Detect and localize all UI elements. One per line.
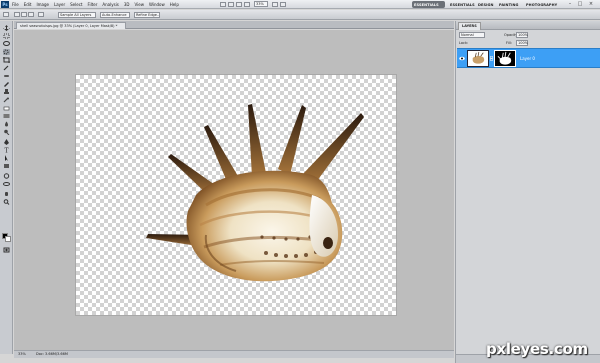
add-to-selection-icon[interactable]	[21, 12, 27, 17]
blend-mode-select[interactable]: Normal	[459, 32, 485, 38]
lock-label: Lock:	[459, 41, 469, 45]
lock-row: Lock: Fill: 100%	[456, 40, 600, 47]
menu-analysis[interactable]: Analysis	[102, 2, 118, 7]
document-tab[interactable]: shell seasnotuisps.jpg @ 33% (Layer 0, L…	[16, 22, 126, 29]
fill-field[interactable]: 100%	[516, 40, 528, 46]
history-brush-tool-icon[interactable]	[3, 97, 10, 103]
document-canvas[interactable]	[76, 75, 396, 315]
mask-shape-icon	[497, 51, 512, 65]
sample-all-layers-checkbox[interactable]: Sample All Layers	[58, 12, 96, 18]
svg-text:T: T	[5, 148, 9, 154]
blur-tool-icon[interactable]	[3, 121, 10, 127]
hand-tool-icon[interactable]	[236, 2, 242, 7]
menu-bar: Ps File Edit Image Layer Select Filter A…	[0, 0, 600, 9]
gradient-tool-icon[interactable]	[3, 113, 10, 119]
document-tab-bar: shell seasnotuisps.jpg @ 33% (Layer 0, L…	[14, 21, 454, 29]
menu-items: File Edit Image Layer Select Filter Anal…	[12, 2, 179, 7]
status-bar: 33% Doc: 3.66M/3.66M	[14, 350, 454, 358]
opacity-field[interactable]: 100%	[516, 32, 528, 38]
layer-name[interactable]: Layer 0	[520, 56, 535, 61]
hand-tool-icon[interactable]	[3, 191, 10, 197]
menu-help[interactable]: Help	[170, 2, 179, 7]
fill-label: Fill:	[506, 41, 512, 45]
marquee-tool-icon[interactable]	[3, 33, 10, 39]
shell-thumbnail-icon	[472, 51, 485, 64]
mini-bridge-icon[interactable]	[228, 2, 234, 7]
pen-tool-icon[interactable]	[3, 139, 10, 145]
workspace-design[interactable]: DESIGN	[476, 1, 496, 8]
crop-tool-icon[interactable]	[3, 57, 10, 63]
arrange-documents-icon[interactable]	[272, 2, 278, 7]
maximize-icon[interactable]: □	[577, 1, 583, 7]
minimize-icon[interactable]: –	[567, 1, 573, 7]
zoom-level-select[interactable]: 33%	[254, 1, 268, 7]
layers-panel: LAYERS Normal Opacity: 100% Lock: Fill: …	[455, 21, 600, 363]
seashell-image	[146, 104, 364, 282]
refine-edge-button[interactable]: Refine Edge...	[134, 12, 160, 18]
screen-mode-icon[interactable]	[280, 2, 286, 7]
watermark: pxleyes.com	[486, 340, 588, 358]
clone-stamp-tool-icon[interactable]	[3, 89, 10, 95]
healing-brush-tool-icon[interactable]	[3, 73, 10, 79]
document-info[interactable]: Doc: 3.66M/3.66M	[36, 352, 68, 356]
subtract-selection-icon[interactable]	[28, 12, 34, 17]
3d-rotate-tool-icon[interactable]	[3, 173, 10, 179]
menu-edit[interactable]: Edit	[24, 2, 32, 7]
menu-filter[interactable]: Filter	[87, 2, 97, 7]
photoshop-logo: Ps	[1, 1, 9, 8]
shape-tool-icon[interactable]	[3, 163, 10, 169]
close-icon[interactable]: ×	[588, 1, 594, 7]
menu-select[interactable]: Select	[70, 2, 82, 7]
tools-panel: T	[0, 21, 13, 354]
workspace-painting[interactable]: PAINTING	[497, 1, 520, 8]
zoom-tool-icon[interactable]	[3, 199, 10, 205]
menu-image[interactable]: Image	[36, 2, 49, 7]
menu-file[interactable]: File	[12, 2, 19, 7]
dodge-tool-icon[interactable]	[3, 129, 10, 135]
menu-3d[interactable]: 3D	[124, 2, 130, 7]
auto-enhance-checkbox[interactable]: Auto-Enhance	[100, 12, 130, 18]
workspace-photography[interactable]: PHOTOGRAPHY	[524, 1, 559, 8]
menu-view[interactable]: View	[135, 2, 145, 7]
status-zoom-level[interactable]: 33%	[18, 352, 26, 356]
layers-tab[interactable]: LAYERS	[458, 22, 481, 30]
blend-row: Normal Opacity: 100%	[456, 31, 600, 39]
quick-mask-icon[interactable]	[3, 247, 10, 253]
bridge-icon[interactable]	[220, 2, 226, 7]
menu-layer[interactable]: Layer	[54, 2, 65, 7]
workspace-essentials-active[interactable]: ESSENTIALS	[412, 1, 445, 8]
menu-window[interactable]: Window	[149, 2, 165, 7]
layer-row[interactable]: Layer 0	[457, 48, 600, 68]
visibility-eye-icon[interactable]	[459, 56, 465, 61]
3d-orbit-tool-icon[interactable]	[3, 181, 10, 187]
lasso-tool-icon[interactable]	[3, 41, 10, 47]
layer-thumbnail[interactable]	[467, 50, 489, 67]
brush-size-icon[interactable]	[38, 12, 44, 17]
workspace-essentials[interactable]: ESSENTIALS	[448, 1, 477, 8]
quick-selection-tool-icon[interactable]	[3, 12, 9, 17]
zoom-tool-icon[interactable]	[244, 2, 250, 7]
move-tool-icon[interactable]	[3, 25, 10, 31]
link-chain-icon[interactable]	[490, 56, 493, 61]
quick-selection-tool-icon[interactable]	[3, 49, 10, 55]
new-selection-icon[interactable]	[14, 12, 20, 17]
options-bar: Sample All Layers Auto-Enhance Refine Ed…	[0, 10, 600, 20]
background-color-swatch[interactable]	[5, 236, 11, 242]
type-tool-icon[interactable]: T	[3, 147, 10, 154]
document-area	[14, 30, 454, 350]
eyedropper-tool-icon[interactable]	[3, 65, 10, 71]
eraser-tool-icon[interactable]	[3, 105, 10, 111]
layer-mask-thumbnail[interactable]	[494, 50, 516, 67]
layers-panel-header: LAYERS	[456, 21, 600, 30]
path-selection-tool-icon[interactable]	[3, 155, 10, 161]
brush-tool-icon[interactable]	[3, 81, 10, 87]
